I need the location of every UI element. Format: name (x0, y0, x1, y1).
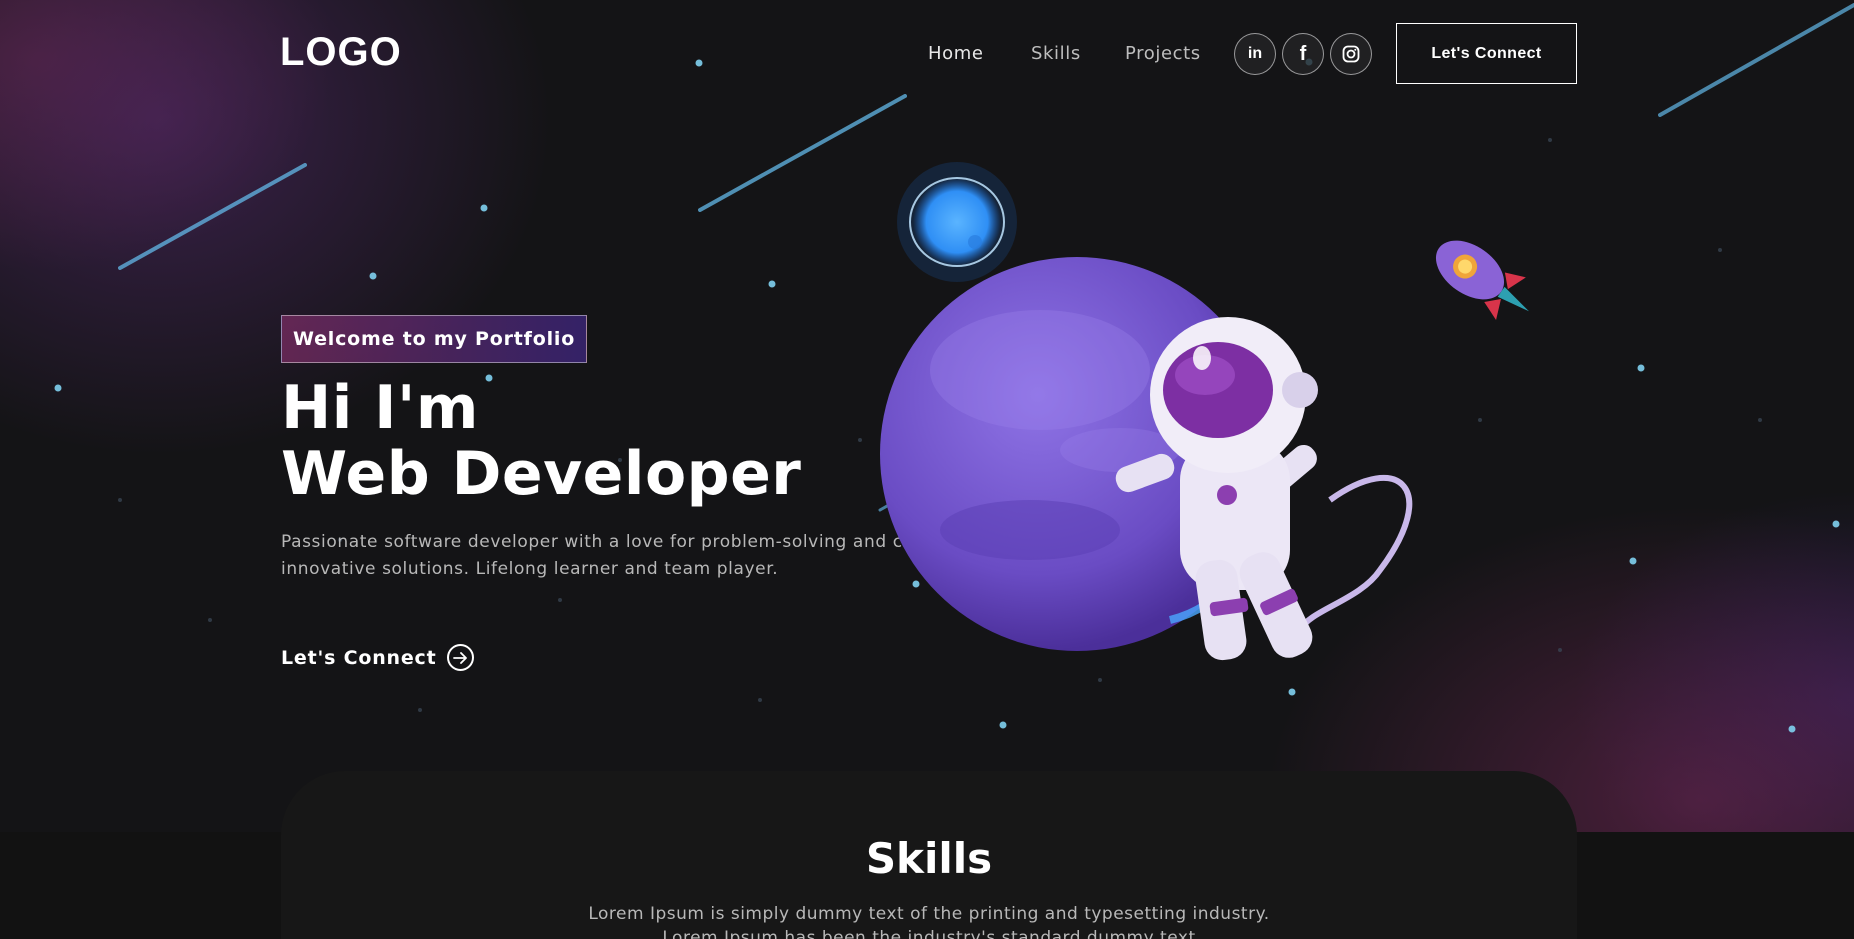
facebook-button[interactable]: f (1282, 33, 1324, 75)
skills-section: Skills Lorem Ipsum is simply dummy text … (281, 771, 1577, 939)
skills-text-line-2: Lorem Ipsum has been the industry's stan… (662, 928, 1196, 939)
nav-link-skills[interactable]: Skills (1031, 43, 1081, 64)
lets-connect-cta[interactable]: Let's Connect (281, 644, 474, 671)
instagram-icon (1342, 45, 1360, 63)
skills-text-line-1: Lorem Ipsum is simply dummy text of the … (588, 904, 1270, 924)
arrow-right-circle-icon (446, 644, 474, 671)
headline-line-1: Hi I'm (281, 373, 479, 443)
nav-link-projects[interactable]: Projects (1125, 43, 1201, 64)
cta-label: Let's Connect (281, 646, 437, 669)
rocket-icon (1435, 240, 1529, 320)
logo[interactable]: LOGO (280, 30, 402, 75)
linkedin-button[interactable]: in (1234, 33, 1276, 75)
skills-title: Skills (865, 834, 993, 883)
linkedin-icon: in (1247, 45, 1263, 62)
intro-line-2: innovative solutions. Lifelong learner a… (281, 559, 779, 579)
glowing-moon-icon (897, 162, 1017, 282)
nav-link-home[interactable]: Home (928, 43, 984, 64)
facebook-icon: f (1299, 42, 1307, 65)
welcome-tagline: Welcome to my Portfolio (281, 315, 588, 363)
lets-connect-nav-button[interactable]: Let's Connect (1396, 23, 1577, 84)
instagram-button[interactable] (1330, 33, 1372, 75)
astronaut-illustration (880, 162, 1529, 661)
hero-headline: Hi I'm Web Developer (281, 375, 801, 507)
intro-line-1: Passionate software developer with a lov… (281, 532, 968, 552)
headline-line-2: Web Developer (281, 439, 802, 509)
skills-description: Lorem Ipsum is simply dummy text of the … (281, 902, 1577, 939)
